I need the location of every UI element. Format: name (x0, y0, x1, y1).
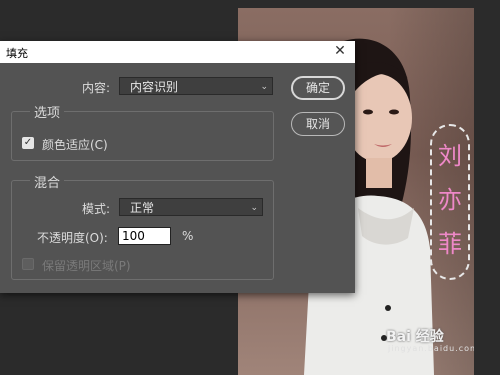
preserve-transparency-checkbox[interactable] (22, 258, 34, 270)
cancel-button[interactable]: 取消 (291, 112, 345, 136)
chevron-down-icon: ⌄ (260, 82, 268, 92)
color-adapt-label[interactable]: 颜色适应(C) (42, 136, 108, 153)
ok-button[interactable]: 确定 (291, 76, 345, 100)
content-select-value: 内容识别 (130, 80, 179, 94)
options-group-title: 选项 (30, 102, 65, 121)
content-select[interactable]: 内容识别 ⌄ (119, 77, 273, 95)
mode-select[interactable]: 正常 ⌄ (119, 198, 263, 216)
color-adapt-checkbox[interactable]: ✓ (22, 137, 34, 149)
opacity-unit: % (182, 229, 194, 243)
watermark: Bai 经验 (386, 329, 444, 345)
dialog-title: 填充 (6, 47, 28, 60)
dialog-titlebar[interactable]: 填充 ✕ (0, 41, 355, 63)
mode-select-value: 正常 (130, 201, 155, 215)
opacity-label: 不透明度(O): (37, 231, 108, 245)
fill-dialog: 填充 ✕ 内容: 内容识别 ⌄ 确定 取消 选项 ✓ 颜色适应(C) 混合 模式… (0, 41, 355, 293)
checkmark-icon: ✓ (23, 137, 33, 148)
mode-label: 模式: (82, 202, 111, 216)
overlay-name-text: 刘 亦 菲 (438, 142, 462, 258)
chevron-down-icon: ⌄ (250, 203, 258, 213)
preserve-transparency-label[interactable]: 保留透明区域(P) (42, 257, 131, 274)
watermark-url: jingyan.baidu.com (388, 344, 474, 353)
close-icon[interactable]: ✕ (333, 43, 347, 59)
content-label: 内容: (82, 81, 111, 95)
blend-group-title: 混合 (30, 172, 65, 191)
opacity-input[interactable]: 100 (118, 227, 171, 245)
